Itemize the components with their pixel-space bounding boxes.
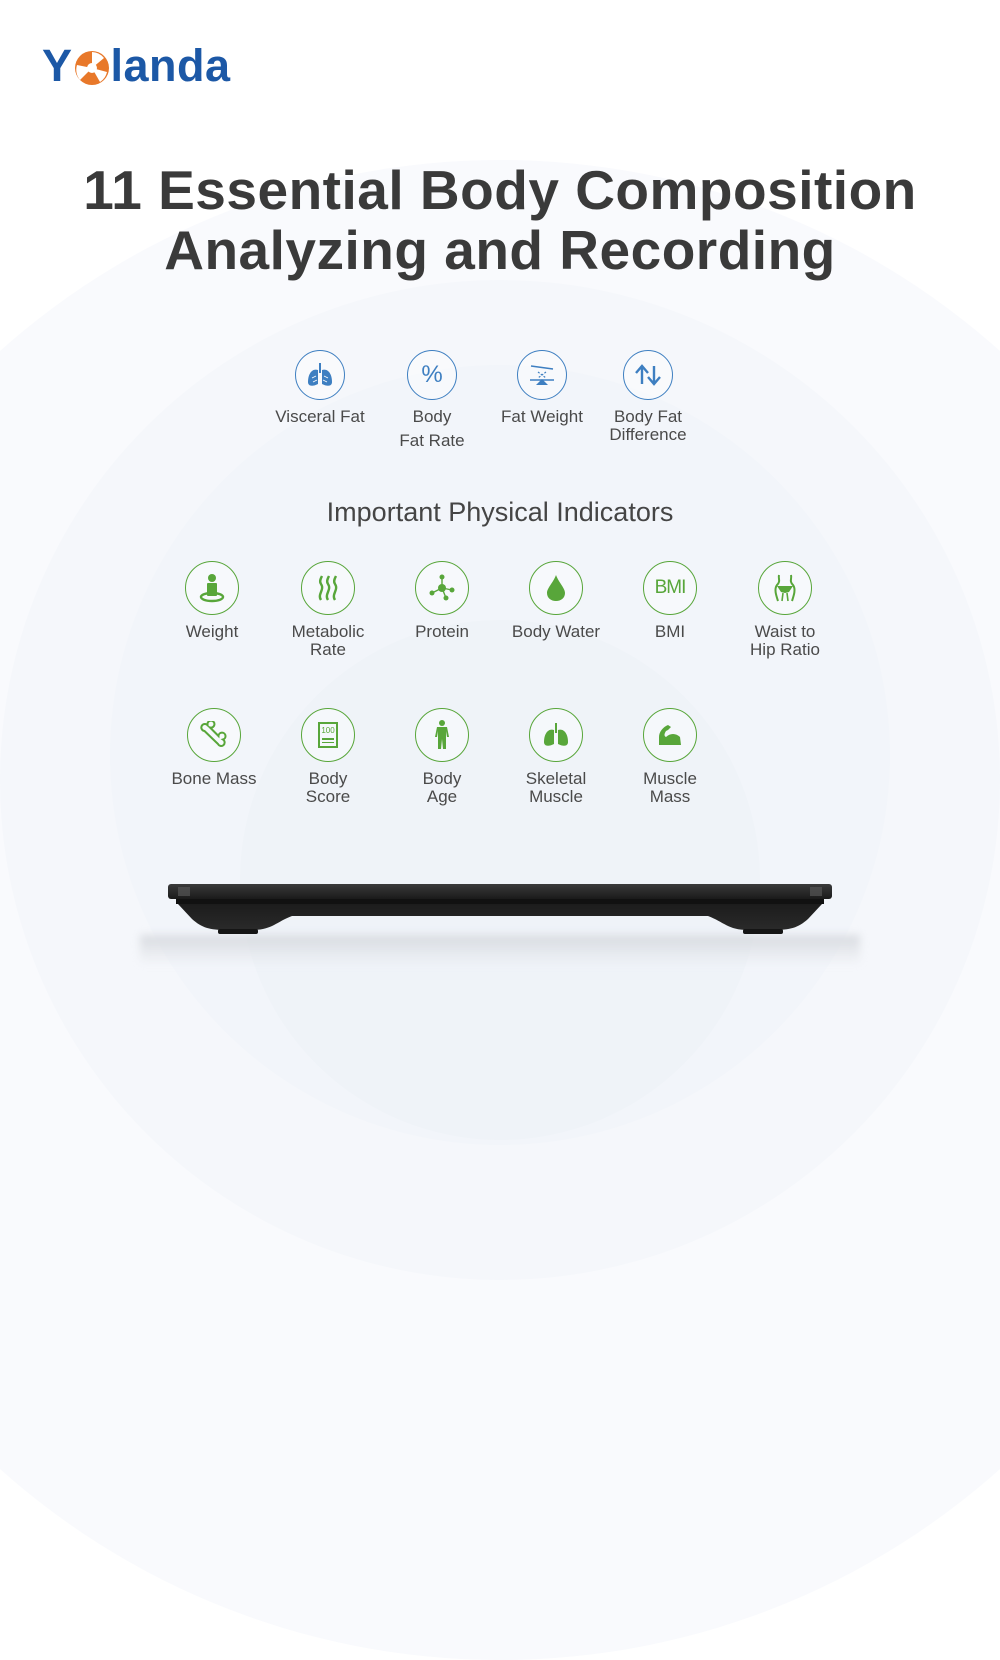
metric-body-fat-difference: Body Fat Difference bbox=[588, 350, 708, 444]
section-title: Important Physical Indicators bbox=[326, 497, 674, 527]
smart-scale-image bbox=[168, 884, 832, 944]
indicator-label: Bone Mass bbox=[171, 769, 257, 788]
metric-label: Visceral Fat bbox=[275, 407, 365, 426]
indicator-muscle-mass: Muscle Mass bbox=[610, 708, 730, 806]
logo-swirl-icon bbox=[74, 50, 110, 86]
indicator-label-line2: Hip Ratio bbox=[750, 640, 820, 659]
indicator-label-line2: Score bbox=[305, 787, 351, 806]
indicator-label-line1: Body bbox=[308, 769, 348, 788]
indicator-label-line1: Waist to bbox=[754, 622, 816, 641]
metric-fat-weight: Fat Weight bbox=[482, 350, 602, 426]
water-drop-icon bbox=[529, 561, 583, 615]
flexed-arm-icon bbox=[643, 708, 697, 762]
metric-label-line1: Body Fat bbox=[613, 407, 683, 426]
background-ring bbox=[240, 620, 760, 1140]
indicator-label-line2: Rate bbox=[310, 640, 346, 659]
indicator-label-line1: Skeletal bbox=[525, 769, 587, 788]
indicator-label-line2: Age bbox=[426, 787, 458, 806]
lungs-icon bbox=[529, 708, 583, 762]
metric-label-line2: Difference bbox=[609, 425, 687, 444]
logo-letter-y: Y bbox=[42, 40, 73, 91]
brand-logo: Y landa bbox=[42, 40, 231, 92]
indicator-body-score: 100 Body Score bbox=[268, 708, 388, 806]
indicator-label: Protein bbox=[415, 622, 469, 641]
up-down-arrows-icon bbox=[623, 350, 673, 400]
percent-icon: % bbox=[407, 350, 457, 400]
score-card-icon: 100 bbox=[301, 708, 355, 762]
metric-label-line1: Body bbox=[412, 407, 452, 426]
person-on-scale-icon bbox=[185, 561, 239, 615]
indicator-label: BMI bbox=[654, 622, 686, 641]
lungs-icon bbox=[295, 350, 345, 400]
indicator-bone-mass: Bone Mass bbox=[154, 708, 274, 788]
page-title-line1: 11 Essential Body Composition bbox=[83, 159, 917, 221]
indicator-bmi: BMI BMI bbox=[610, 561, 730, 641]
indicator-label-line1: Metabolic bbox=[291, 622, 365, 641]
metric-body-fat-rate: % Body Fat Rate bbox=[372, 350, 492, 450]
waist-icon bbox=[758, 561, 812, 615]
indicator-body-water: Body Water bbox=[496, 561, 616, 641]
page-title: 11 Essential Body Composition Analyzing … bbox=[0, 160, 1000, 280]
balance-scale-icon bbox=[517, 350, 567, 400]
indicator-label-line2: Mass bbox=[649, 787, 691, 806]
human-figure-icon bbox=[415, 708, 469, 762]
page-title-line2: Analyzing and Recording bbox=[164, 219, 836, 281]
metric-label-line2: Fat Rate bbox=[399, 431, 465, 450]
indicator-label: Weight bbox=[185, 622, 239, 641]
heat-waves-icon bbox=[301, 561, 355, 615]
indicator-metabolic-rate: Metabolic Rate bbox=[268, 561, 388, 659]
indicator-label-line1: Muscle bbox=[643, 769, 697, 788]
bone-icon bbox=[187, 708, 241, 762]
indicator-body-age: Body Age bbox=[382, 708, 502, 806]
indicator-waist-to-hip-ratio: Waist to Hip Ratio bbox=[725, 561, 845, 659]
metric-label: Fat Weight bbox=[501, 407, 583, 426]
logo-text-rest: landa bbox=[110, 40, 231, 91]
indicator-label-line1: Body bbox=[422, 769, 462, 788]
molecule-icon bbox=[415, 561, 469, 615]
indicator-label: Body Water bbox=[511, 622, 601, 641]
indicator-label-line2: Muscle bbox=[529, 787, 583, 806]
indicator-skeletal-muscle: Skeletal Muscle bbox=[496, 708, 616, 806]
indicator-weight: Weight bbox=[152, 561, 272, 641]
bmi-text-icon: BMI bbox=[643, 561, 697, 615]
metric-visceral-fat: Visceral Fat bbox=[260, 350, 380, 426]
indicator-protein: Protein bbox=[382, 561, 502, 641]
